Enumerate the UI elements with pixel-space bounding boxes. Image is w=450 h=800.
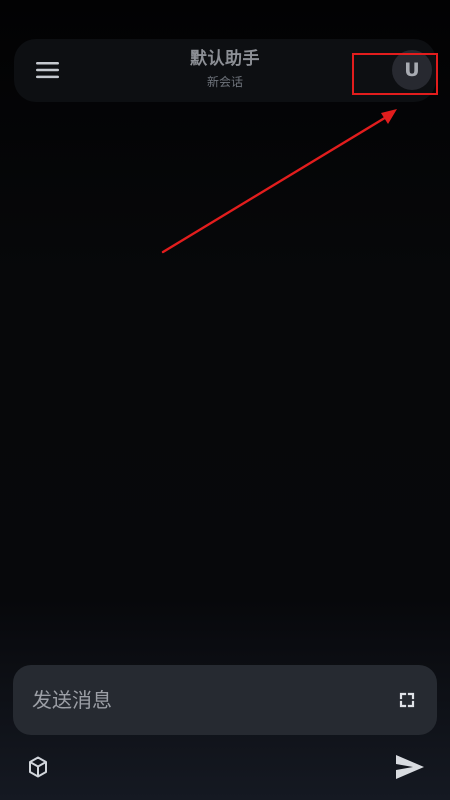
conversation-title-group: 默认助手 新会话 [134,47,316,95]
chat-header: 默认助手 新会话 U [14,39,436,102]
send-button[interactable] [393,752,427,782]
assistant-title: 默认助手 [190,49,260,69]
conversation-subtitle: 新会话 [206,75,243,89]
expand-button[interactable] [397,690,417,710]
chat-screen: 默认助手 新会话 U [0,0,450,800]
message-composer [13,665,437,735]
menu-button[interactable] [30,56,64,84]
expand-icon [399,692,415,708]
cube-icon [29,756,47,778]
message-input[interactable] [32,681,362,719]
user-avatar-button[interactable]: U [392,50,432,90]
menu-icon [36,62,59,79]
model-cube-button[interactable] [25,754,51,780]
send-icon [396,755,424,779]
